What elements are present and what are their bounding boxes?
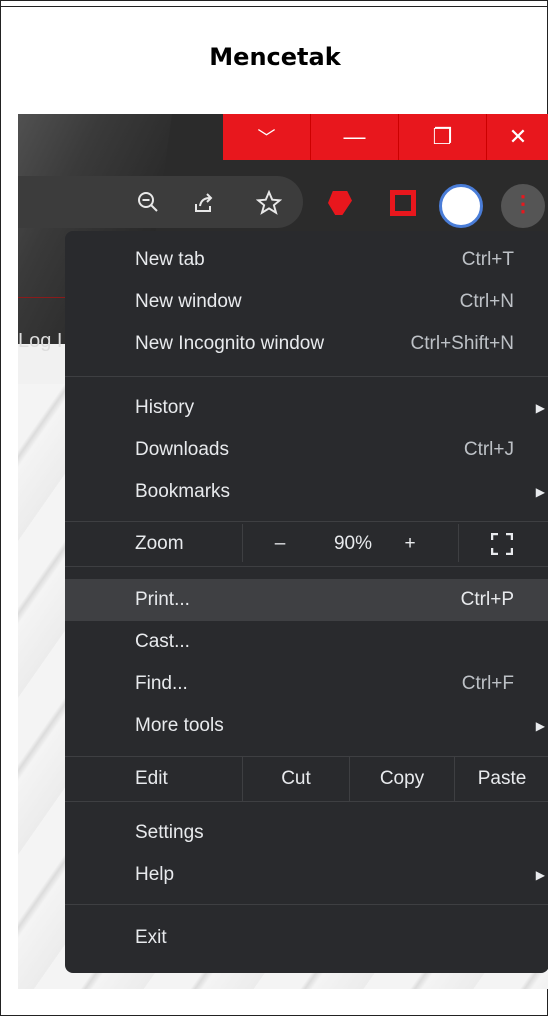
star-icon[interactable] [255, 189, 283, 220]
menu-item-history[interactable]: History ▶ [65, 387, 548, 429]
menu-item-downloads[interactable]: Downloads Ctrl+J [65, 429, 548, 471]
copy-button[interactable]: Copy [350, 768, 454, 790]
menu-item-label: History [135, 397, 195, 418]
menu-item-bookmarks[interactable]: Bookmarks ▶ [65, 471, 548, 513]
top-rule [1, 1, 548, 7]
menu-item-new-incognito[interactable]: New Incognito window Ctrl+Shift+N [65, 323, 548, 365]
paste-button[interactable]: Paste [455, 768, 548, 790]
fullscreen-icon[interactable] [490, 532, 514, 561]
edit-label: Edit [135, 768, 168, 789]
zoom-separator [242, 524, 243, 562]
browser-screenshot: ﹀ — ❐ ✕ ⋮ Log I New tab Ctrl+T New windo… [18, 114, 548, 989]
menu-item-more-tools[interactable]: More tools ▶ [65, 705, 548, 747]
red-extension-icon[interactable] [390, 190, 416, 216]
menu-divider [65, 904, 548, 905]
minimize-button[interactable]: — [311, 114, 399, 160]
menu-item-help[interactable]: Help ▶ [65, 854, 548, 896]
submenu-arrow-icon: ▶ [535, 719, 545, 733]
menu-divider [65, 801, 548, 802]
shortcut-label: Ctrl+J [463, 439, 514, 460]
menu-item-print[interactable]: Print... Ctrl+P [65, 579, 548, 621]
close-button[interactable]: ✕ [487, 114, 548, 160]
menu-item-label: Settings [135, 822, 204, 843]
restore-button[interactable]: ❐ [399, 114, 487, 160]
browser-menu: New tab Ctrl+T New window Ctrl+N New Inc… [65, 231, 548, 973]
zoom-out-icon[interactable] [136, 190, 160, 218]
shortcut-label: Ctrl+T [461, 249, 514, 270]
zoom-level: 90% [333, 533, 373, 554]
page-link[interactable]: Log I [18, 330, 62, 353]
menu-divider [65, 566, 548, 567]
zoom-separator [458, 524, 459, 562]
cut-button[interactable]: Cut [243, 768, 349, 790]
page-title: Mencetak [209, 43, 341, 71]
menu-item-new-tab[interactable]: New tab Ctrl+T [65, 239, 548, 281]
menu-item-label: More tools [135, 715, 224, 736]
menu-item-settings[interactable]: Settings [65, 812, 548, 854]
zoom-in-button[interactable]: + [395, 533, 425, 555]
menu-item-exit[interactable]: Exit [65, 917, 548, 959]
submenu-arrow-icon: ▶ [535, 401, 545, 415]
menu-item-label: Print... [135, 589, 190, 610]
menu-item-cast[interactable]: Cast... [65, 621, 548, 663]
menu-item-label: New tab [135, 249, 205, 270]
menu-zoom-row: Zoom – 90% + [65, 522, 548, 566]
shortcut-label: Ctrl+Shift+N [410, 333, 514, 354]
menu-dots-icon[interactable]: ⋮ [501, 184, 545, 228]
shortcut-label: Ctrl+P [460, 589, 514, 610]
menu-item-label: Downloads [135, 439, 229, 460]
menu-item-label: New Incognito window [135, 333, 325, 354]
zoom-label: Zoom [135, 533, 184, 554]
menu-item-label: Help [135, 864, 175, 885]
share-icon[interactable] [193, 190, 217, 218]
menu-item-label: Cast... [135, 631, 190, 652]
submenu-arrow-icon: ▶ [535, 868, 545, 882]
profile-avatar[interactable] [439, 184, 483, 228]
menu-item-find[interactable]: Find... Ctrl+F [65, 663, 548, 705]
menu-item-new-window[interactable]: New window Ctrl+N [65, 281, 548, 323]
menu-item-label: New window [135, 291, 242, 312]
shortcut-label: Ctrl+F [461, 673, 514, 694]
menu-item-label: Find... [135, 673, 188, 694]
zoom-out-button[interactable]: – [265, 533, 295, 555]
tab-search-button[interactable]: ﹀ [223, 114, 311, 160]
submenu-arrow-icon: ▶ [535, 485, 545, 499]
shortcut-label: Ctrl+N [459, 291, 514, 312]
menu-item-label: Exit [135, 927, 167, 948]
menu-item-label: Bookmarks [135, 481, 231, 502]
document-frame: Mencetak ﹀ — ❐ ✕ ⋮ Log I New tab Ctrl+T [0, 0, 548, 1016]
menu-edit-row: Edit Cut Copy Paste [65, 757, 548, 801]
menu-divider [65, 376, 548, 377]
